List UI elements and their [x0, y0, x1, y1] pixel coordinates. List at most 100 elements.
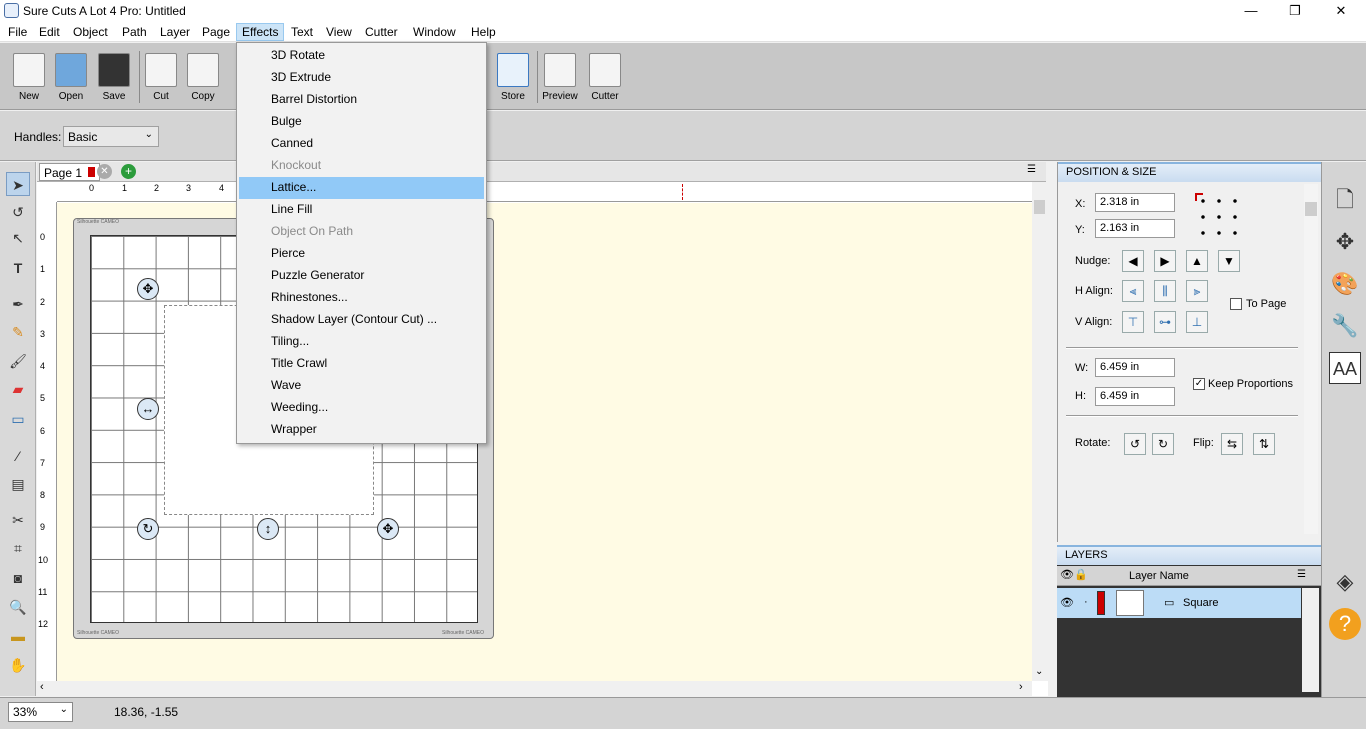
flip-vertical-icon[interactable]: ⇅ — [1253, 433, 1275, 455]
menu-item-wrapper[interactable]: Wrapper — [239, 419, 484, 441]
rotate-left-icon[interactable]: ↺ — [1124, 433, 1146, 455]
menu-item-tiling[interactable]: Tiling... — [239, 331, 484, 353]
cut-button[interactable]: Cut — [139, 49, 183, 107]
handles-select[interactable]: Basic ⌄ — [63, 126, 159, 147]
menu-text[interactable]: Text — [287, 25, 317, 39]
align-top-icon[interactable]: ⊤ — [1122, 311, 1144, 333]
y-field[interactable]: 2.163 in — [1095, 219, 1175, 238]
store-button[interactable]: Store — [491, 49, 535, 107]
keep-proportions-checkbox[interactable]: ✓ — [1193, 378, 1205, 390]
layers-icon[interactable]: ◈ — [1329, 566, 1361, 598]
menu-layer[interactable]: Layer — [156, 25, 194, 39]
bezier-tool-icon[interactable]: ⌗ — [6, 536, 30, 560]
pen-tool-icon[interactable]: ✒ — [6, 292, 30, 316]
menu-page[interactable]: Page — [198, 25, 234, 39]
move-handle-icon[interactable]: ✥ — [137, 278, 159, 300]
close-button[interactable]: ✕ — [1318, 0, 1364, 22]
menu-item-line-fill[interactable]: Line Fill — [239, 199, 484, 221]
page-icon[interactable]: 🗋 — [1329, 184, 1361, 216]
nudge-left-icon[interactable]: ◀ — [1122, 250, 1144, 272]
ruler-tool-icon[interactable]: ▬ — [6, 624, 30, 648]
canvas-horizontal-scrollbar[interactable]: ‹ › — [37, 681, 1032, 696]
menu-item-canned[interactable]: Canned — [239, 133, 484, 155]
eyedropper-tool-icon[interactable]: ⁄ — [6, 444, 30, 468]
nudge-up-icon[interactable]: ▲ — [1186, 250, 1208, 272]
tab-menu-icon[interactable]: ☰ — [1027, 164, 1036, 175]
text-tool-icon[interactable]: T — [6, 256, 30, 280]
menu-cutter[interactable]: Cutter — [361, 25, 402, 39]
align-right-icon[interactable]: ⫸ — [1186, 280, 1208, 302]
open-button[interactable]: Open — [49, 49, 93, 107]
layer-visible-icon[interactable]: 👁 — [1060, 596, 1074, 609]
menu-window[interactable]: Window — [409, 25, 460, 39]
layers-menu-icon[interactable]: ☰ — [1297, 569, 1306, 580]
nudge-right-icon[interactable]: ▶ — [1154, 250, 1176, 272]
menu-item-barrel-distortion[interactable]: Barrel Distortion — [239, 89, 484, 111]
layer-color-swatch[interactable] — [1097, 591, 1105, 615]
rotate-handle-icon[interactable]: ↻ — [137, 518, 159, 540]
hand-tool-icon[interactable]: ✋ — [6, 653, 30, 677]
preview-button[interactable]: Preview — [538, 49, 582, 107]
rotate-right-icon[interactable]: ↻ — [1152, 433, 1174, 455]
rectangle-tool-icon[interactable]: ▭ — [6, 407, 30, 431]
layer-row[interactable]: 👁 · ▭ Square — [1057, 588, 1301, 618]
eraser-tool-icon[interactable]: ▰ — [6, 377, 30, 401]
menu-item-puzzle-generator[interactable]: Puzzle Generator — [239, 265, 484, 287]
menu-object[interactable]: Object — [69, 25, 112, 39]
menu-item-3d-rotate[interactable]: 3D Rotate — [239, 45, 484, 67]
menu-item-shadow-layer[interactable]: Shadow Layer (Contour Cut) ... — [239, 309, 484, 331]
remove-page-icon[interactable]: ✕ — [97, 164, 112, 179]
align-center-icon[interactable]: ⫼ — [1154, 280, 1176, 302]
layer-name[interactable]: Square — [1183, 597, 1218, 609]
width-field[interactable]: 6.459 in — [1095, 358, 1175, 377]
align-bottom-icon[interactable]: ⊥ — [1186, 311, 1208, 333]
brush-tool-icon[interactable]: 🖌 — [6, 349, 30, 373]
resize-horizontal-handle-icon[interactable]: ↔ — [137, 398, 159, 420]
menu-file[interactable]: File — [4, 25, 31, 39]
select-tool-icon[interactable]: ➤ — [6, 172, 30, 196]
resize-vertical-handle-icon[interactable]: ↕ — [257, 518, 279, 540]
menu-item-rhinestones[interactable]: Rhinestones... — [239, 287, 484, 309]
layers-scrollbar[interactable] — [1302, 588, 1319, 692]
gradient-tool-icon[interactable]: ▤ — [6, 472, 30, 496]
knife-tool-icon[interactable]: ✂ — [6, 508, 30, 532]
scroll-thumb[interactable] — [1305, 202, 1317, 216]
menu-edit[interactable]: Edit — [35, 25, 64, 39]
menu-item-3d-extrude[interactable]: 3D Extrude — [239, 67, 484, 89]
lasso-tool-icon[interactable]: ↺ — [6, 200, 30, 224]
canvas-vertical-scrollbar[interactable]: ⌄ — [1032, 182, 1048, 681]
cutter-button[interactable]: Cutter — [583, 49, 627, 107]
chevron-right-icon[interactable]: › — [1019, 681, 1023, 693]
pencil-tool-icon[interactable]: ✎ — [6, 320, 30, 344]
menu-effects[interactable]: Effects — [236, 23, 285, 41]
zoom-tool-icon[interactable]: 🔍 — [6, 595, 30, 619]
add-page-icon[interactable]: + — [121, 164, 136, 179]
align-middle-icon[interactable]: ⊶ — [1154, 311, 1176, 333]
contour-tool-icon[interactable]: ◙ — [6, 566, 30, 590]
help-icon[interactable]: ? — [1329, 608, 1361, 640]
maximize-button[interactable]: ❐ — [1272, 0, 1318, 22]
menu-view[interactable]: View — [322, 25, 356, 39]
node-edit-tool-icon[interactable]: ↖ — [6, 226, 30, 250]
copy-button[interactable]: Copy — [181, 49, 225, 107]
layer-lock-toggle[interactable]: · — [1084, 596, 1088, 608]
to-page-checkbox[interactable] — [1230, 298, 1242, 310]
menu-help[interactable]: Help — [467, 25, 500, 39]
menu-item-lattice[interactable]: Lattice... — [239, 177, 484, 199]
menu-item-title-crawl[interactable]: Title Crawl — [239, 353, 484, 375]
tab-page-1[interactable]: Page 1 — [39, 163, 101, 181]
minimize-button[interactable]: — — [1228, 0, 1274, 22]
save-button[interactable]: Save — [92, 49, 136, 107]
chevron-down-icon[interactable]: ⌄ — [1035, 666, 1043, 677]
palette-icon[interactable]: 🎨 — [1329, 268, 1361, 300]
move-icon[interactable]: ✥ — [1329, 226, 1361, 258]
align-left-icon[interactable]: ⫷ — [1122, 280, 1144, 302]
menu-item-wave[interactable]: Wave — [239, 375, 484, 397]
wrench-icon[interactable]: 🔧 — [1329, 310, 1361, 342]
x-field[interactable]: 2.318 in — [1095, 193, 1175, 212]
menu-item-bulge[interactable]: Bulge — [239, 111, 484, 133]
panel-scrollbar[interactable] — [1304, 184, 1318, 534]
resize-both-handle-icon[interactable]: ✥ — [377, 518, 399, 540]
zoom-select[interactable]: 33% ⌄ — [8, 702, 73, 722]
new-button[interactable]: New — [7, 49, 51, 107]
